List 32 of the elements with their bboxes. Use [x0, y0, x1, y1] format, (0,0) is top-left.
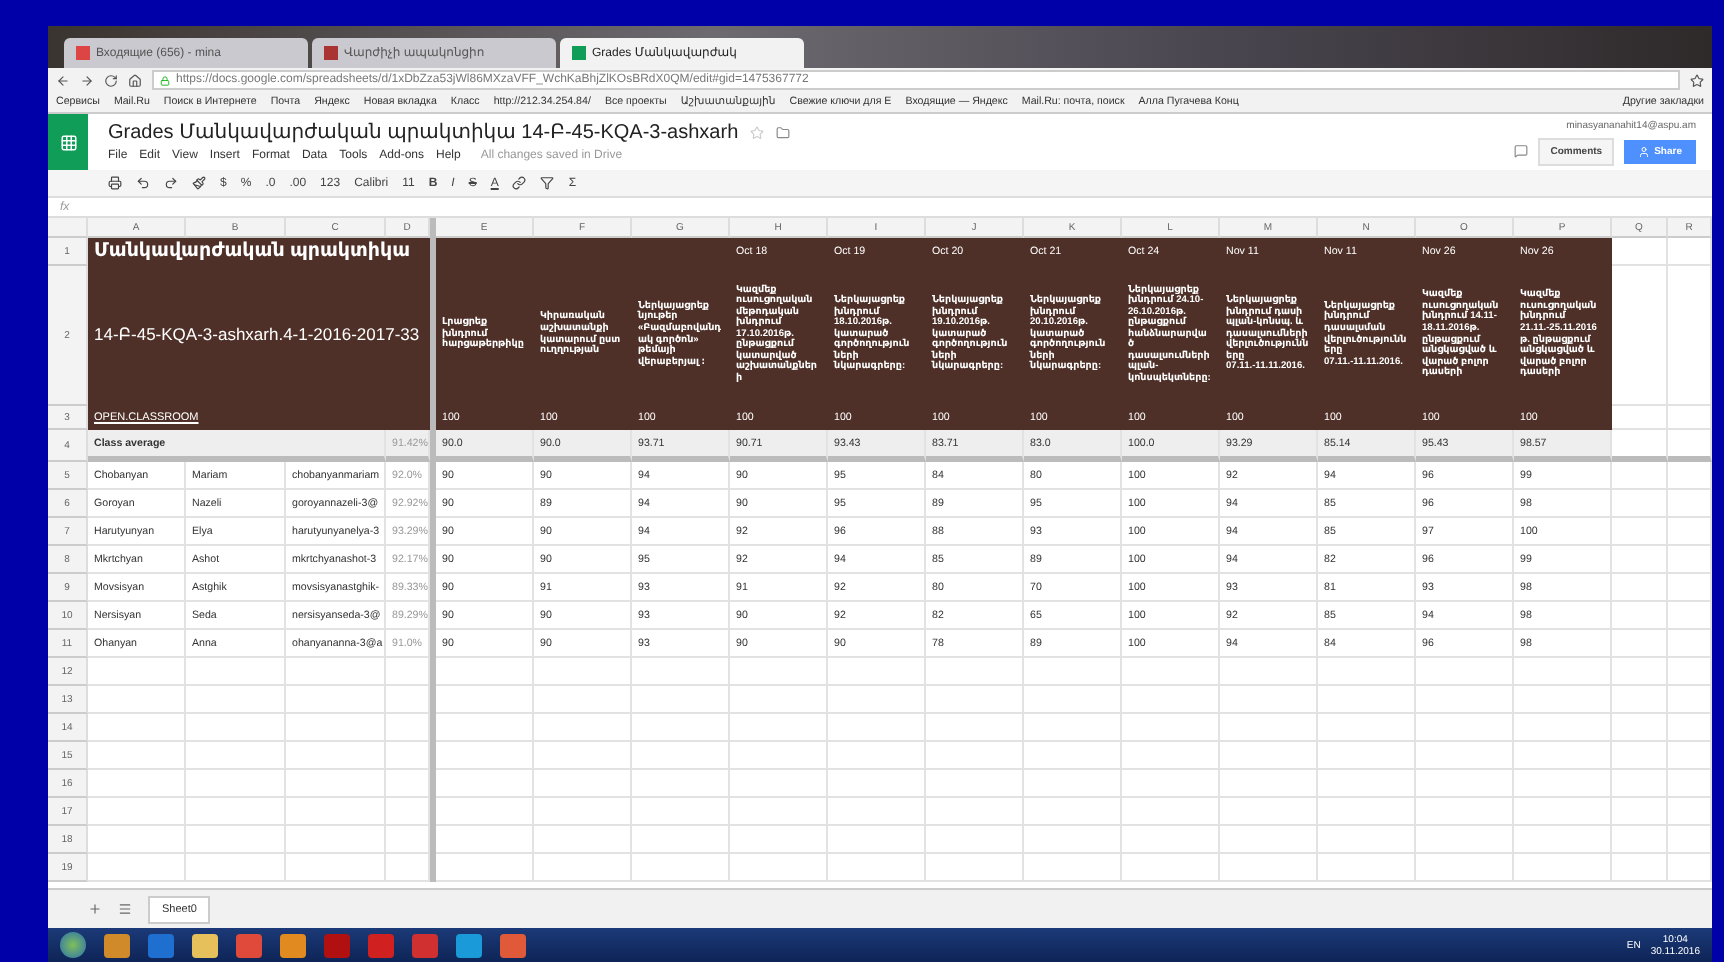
star-icon[interactable]: [1690, 73, 1704, 87]
tab-favicon-icon: [76, 46, 90, 60]
tab-favicon-icon: [572, 46, 586, 60]
taskbar-app-icon[interactable]: [104, 933, 130, 957]
taskbar-app-icon[interactable]: [236, 933, 262, 957]
back-icon[interactable]: [56, 73, 70, 87]
taskbar-app-icon[interactable]: [500, 933, 526, 957]
redo-icon[interactable]: [164, 176, 178, 190]
taskbar-app-icon[interactable]: [280, 933, 306, 957]
select-all-corner[interactable]: [48, 218, 88, 238]
filter-icon[interactable]: [540, 176, 555, 190]
undo-icon[interactable]: [136, 176, 150, 190]
link-icon[interactable]: [512, 176, 527, 190]
add-sheet-icon[interactable]: [88, 902, 102, 916]
lock-icon: [160, 75, 170, 85]
document-title: Grades Մանկավարժական պրակտիկա 14-Բ-45-KQA-3-ashxarh: [108, 122, 739, 144]
forward-icon[interactable]: [80, 73, 94, 87]
start-button[interactable]: [60, 932, 86, 958]
taskbar-app-icon[interactable]: [456, 933, 482, 957]
chat-icon[interactable]: [1514, 144, 1529, 158]
folder-icon[interactable]: [776, 126, 791, 140]
table-cell: Մանկավարժական պրակտիկա: [88, 238, 430, 266]
taskbar-app-icon[interactable]: [192, 933, 218, 957]
print-icon[interactable]: [108, 176, 122, 190]
paint-format-icon[interactable]: [192, 176, 206, 190]
sheets-logo-icon[interactable]: [48, 114, 88, 170]
tab-favicon-icon: [324, 46, 338, 60]
person-icon: [1638, 145, 1651, 157]
home-icon[interactable]: [128, 73, 142, 87]
reload-icon[interactable]: [104, 73, 118, 87]
table-cell: 14-Բ-45-KQA-3-ashxarh.4-1-2016-2017-33: [88, 266, 430, 406]
menu-icon[interactable]: [118, 902, 132, 916]
